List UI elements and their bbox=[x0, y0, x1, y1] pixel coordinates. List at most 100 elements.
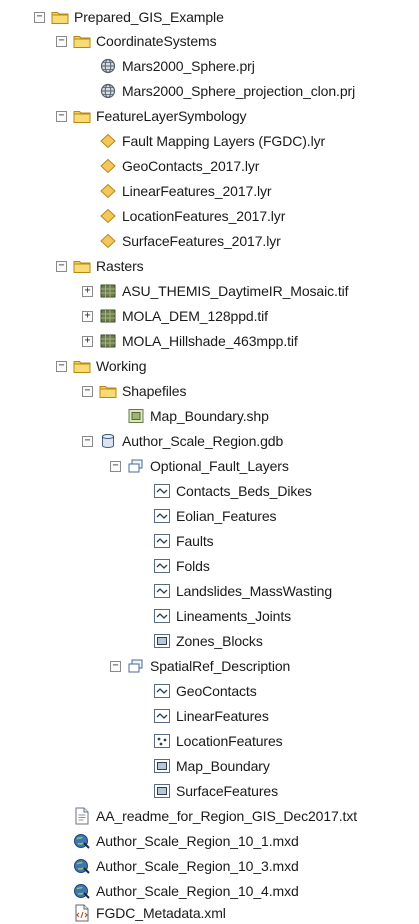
tree-item[interactable]: GeoContacts_2017.lyr bbox=[82, 155, 259, 177]
tree-item-label: AA_readme_for_Region_GIS_Dec2017.txt bbox=[96, 808, 358, 824]
globe-icon bbox=[99, 58, 117, 74]
tree-item-label: Map_Boundary bbox=[176, 758, 270, 774]
globe-icon bbox=[99, 83, 117, 99]
text-file-icon bbox=[73, 807, 91, 825]
tree-item[interactable]: Fault Mapping Layers (FGDC).lyr bbox=[82, 130, 325, 152]
catalog-tree: − Prepared_GIS_Example − CoordinateSystems M… bbox=[0, 0, 419, 922]
feature-dataset-icon bbox=[127, 458, 145, 474]
tree-item[interactable]: SurfaceFeatures bbox=[136, 780, 278, 802]
tree-item[interactable]: − SpatialRef_Description bbox=[110, 655, 290, 677]
tree-item[interactable]: + MOLA_DEM_128ppd.tif bbox=[82, 305, 268, 327]
tree-item-label: LinearFeatures bbox=[176, 708, 269, 724]
tree-item[interactable]: LocationFeatures bbox=[136, 730, 283, 752]
tree-item-label: Shapefiles bbox=[122, 383, 187, 399]
tree-item[interactable]: Mars2000_Sphere_projection_clon.prj bbox=[82, 80, 355, 102]
tree-item[interactable]: GeoContacts bbox=[136, 680, 257, 702]
tree-item-label: Prepared_GIS_Example bbox=[74, 9, 224, 25]
raster-icon bbox=[99, 333, 117, 349]
raster-icon bbox=[99, 283, 117, 299]
polygon-feature-class-icon bbox=[153, 633, 171, 649]
map-document-icon bbox=[73, 858, 91, 874]
tree-item[interactable]: LocationFeatures_2017.lyr bbox=[82, 205, 285, 227]
tree-item-label: Author_Scale_Region_10_3.mxd bbox=[96, 858, 299, 874]
tree-item[interactable]: Map_Boundary bbox=[136, 755, 270, 777]
tree-item-label: Map_Boundary.shp bbox=[150, 408, 269, 424]
tree-item[interactable]: Eolian_Features bbox=[136, 505, 277, 527]
tree-item-label: FGDC_Metadata.xml bbox=[96, 905, 226, 921]
tree-item[interactable]: Lineaments_Joints bbox=[136, 605, 291, 627]
point-feature-class-icon bbox=[153, 733, 171, 749]
tree-item[interactable]: − Optional_Fault_Layers bbox=[110, 455, 289, 477]
tree-item[interactable]: Faults bbox=[136, 530, 214, 552]
tree-item-label: SpatialRef_Description bbox=[150, 658, 291, 674]
expand-toggle-icon[interactable]: + bbox=[82, 335, 93, 347]
tree-item-label: Author_Scale_Region.gdb bbox=[122, 433, 284, 449]
tree-item[interactable]: SurfaceFeatures_2017.lyr bbox=[82, 230, 281, 252]
tree-item[interactable]: + ASU_THEMIS_DaytimeIR_Mosaic.tif bbox=[82, 280, 349, 302]
tree-item[interactable]: Map_Boundary.shp bbox=[110, 405, 269, 427]
expand-toggle-icon[interactable]: + bbox=[82, 285, 93, 297]
tree-item-label: MOLA_Hillshade_463mpp.tif bbox=[122, 333, 298, 349]
tree-item-label: SurfaceFeatures_2017.lyr bbox=[122, 233, 281, 249]
line-feature-class-icon bbox=[153, 533, 171, 549]
collapse-toggle-icon[interactable]: − bbox=[56, 35, 67, 47]
collapse-toggle-icon[interactable]: − bbox=[110, 660, 121, 672]
folder-icon bbox=[51, 9, 69, 25]
map-document-icon bbox=[73, 833, 91, 849]
tree-item[interactable]: Author_Scale_Region_10_3.mxd bbox=[56, 855, 299, 877]
tree-item[interactable]: Author_Scale_Region_10_1.mxd bbox=[56, 830, 299, 852]
tree-item[interactable]: − CoordinateSystems bbox=[56, 30, 217, 52]
tree-item[interactable]: AA_readme_for_Region_GIS_Dec2017.txt bbox=[56, 805, 357, 827]
tree-item[interactable]: − Shapefiles bbox=[82, 380, 186, 402]
tree-item-label: ASU_THEMIS_DaytimeIR_Mosaic.tif bbox=[122, 283, 349, 299]
tree-item-label: LocationFeatures bbox=[176, 733, 283, 749]
folder-icon bbox=[73, 358, 91, 374]
shapefile-icon bbox=[127, 408, 145, 424]
tree-item-label: GeoContacts_2017.lyr bbox=[122, 158, 260, 174]
tree-item[interactable]: + MOLA_Hillshade_463mpp.tif bbox=[82, 330, 298, 352]
line-feature-class-icon bbox=[153, 508, 171, 524]
polygon-feature-class-icon bbox=[153, 783, 171, 799]
layer-file-icon bbox=[99, 233, 117, 249]
tree-item[interactable]: Folds bbox=[136, 555, 210, 577]
tree-item[interactable]: Mars2000_Sphere.prj bbox=[82, 55, 255, 77]
tree-item[interactable]: FGDC_Metadata.xml bbox=[56, 902, 226, 924]
folder-icon bbox=[73, 108, 91, 124]
tree-item-label: LocationFeatures_2017.lyr bbox=[122, 208, 286, 224]
tree-item[interactable]: − Working bbox=[56, 355, 147, 377]
tree-item[interactable]: LinearFeatures_2017.lyr bbox=[82, 180, 272, 202]
tree-item[interactable]: − Rasters bbox=[56, 255, 144, 277]
tree-item-label: Folds bbox=[176, 558, 210, 574]
tree-item-label: Mars2000_Sphere.prj bbox=[122, 58, 255, 74]
collapse-toggle-icon[interactable]: − bbox=[34, 11, 45, 23]
tree-item-label: LinearFeatures_2017.lyr bbox=[122, 183, 272, 199]
expand-toggle-icon[interactable]: + bbox=[82, 310, 93, 322]
collapse-toggle-icon[interactable]: − bbox=[56, 360, 67, 372]
layer-file-icon bbox=[99, 208, 117, 224]
collapse-toggle-icon[interactable]: − bbox=[56, 110, 67, 122]
tree-item[interactable]: − Prepared_GIS_Example bbox=[34, 6, 224, 28]
folder-icon bbox=[99, 383, 117, 399]
tree-item-label: CoordinateSystems bbox=[96, 33, 217, 49]
tree-item-label: Contacts_Beds_Dikes bbox=[176, 483, 312, 499]
feature-dataset-icon bbox=[127, 658, 145, 674]
tree-item[interactable]: Author_Scale_Region_10_4.mxd bbox=[56, 880, 299, 902]
tree-item[interactable]: LinearFeatures bbox=[136, 705, 269, 727]
folder-icon bbox=[73, 33, 91, 49]
tree-item[interactable]: Landslides_MassWasting bbox=[136, 580, 332, 602]
tree-item[interactable]: Contacts_Beds_Dikes bbox=[136, 480, 312, 502]
xml-file-icon bbox=[73, 904, 91, 922]
tree-item-label: Faults bbox=[176, 533, 214, 549]
tree-item-label: Lineaments_Joints bbox=[176, 608, 292, 624]
collapse-toggle-icon[interactable]: − bbox=[110, 460, 121, 472]
tree-item-label: Eolian_Features bbox=[176, 508, 277, 524]
tree-item[interactable]: Zones_Blocks bbox=[136, 630, 263, 652]
line-feature-class-icon bbox=[153, 583, 171, 599]
tree-item[interactable]: − Author_Scale_Region.gdb bbox=[82, 430, 283, 452]
tree-item[interactable]: − FeatureLayerSymbology bbox=[56, 105, 247, 127]
collapse-toggle-icon[interactable]: − bbox=[82, 385, 93, 397]
polygon-feature-class-icon bbox=[153, 758, 171, 774]
layer-file-icon bbox=[99, 183, 117, 199]
collapse-toggle-icon[interactable]: − bbox=[82, 435, 93, 447]
collapse-toggle-icon[interactable]: − bbox=[56, 260, 67, 272]
